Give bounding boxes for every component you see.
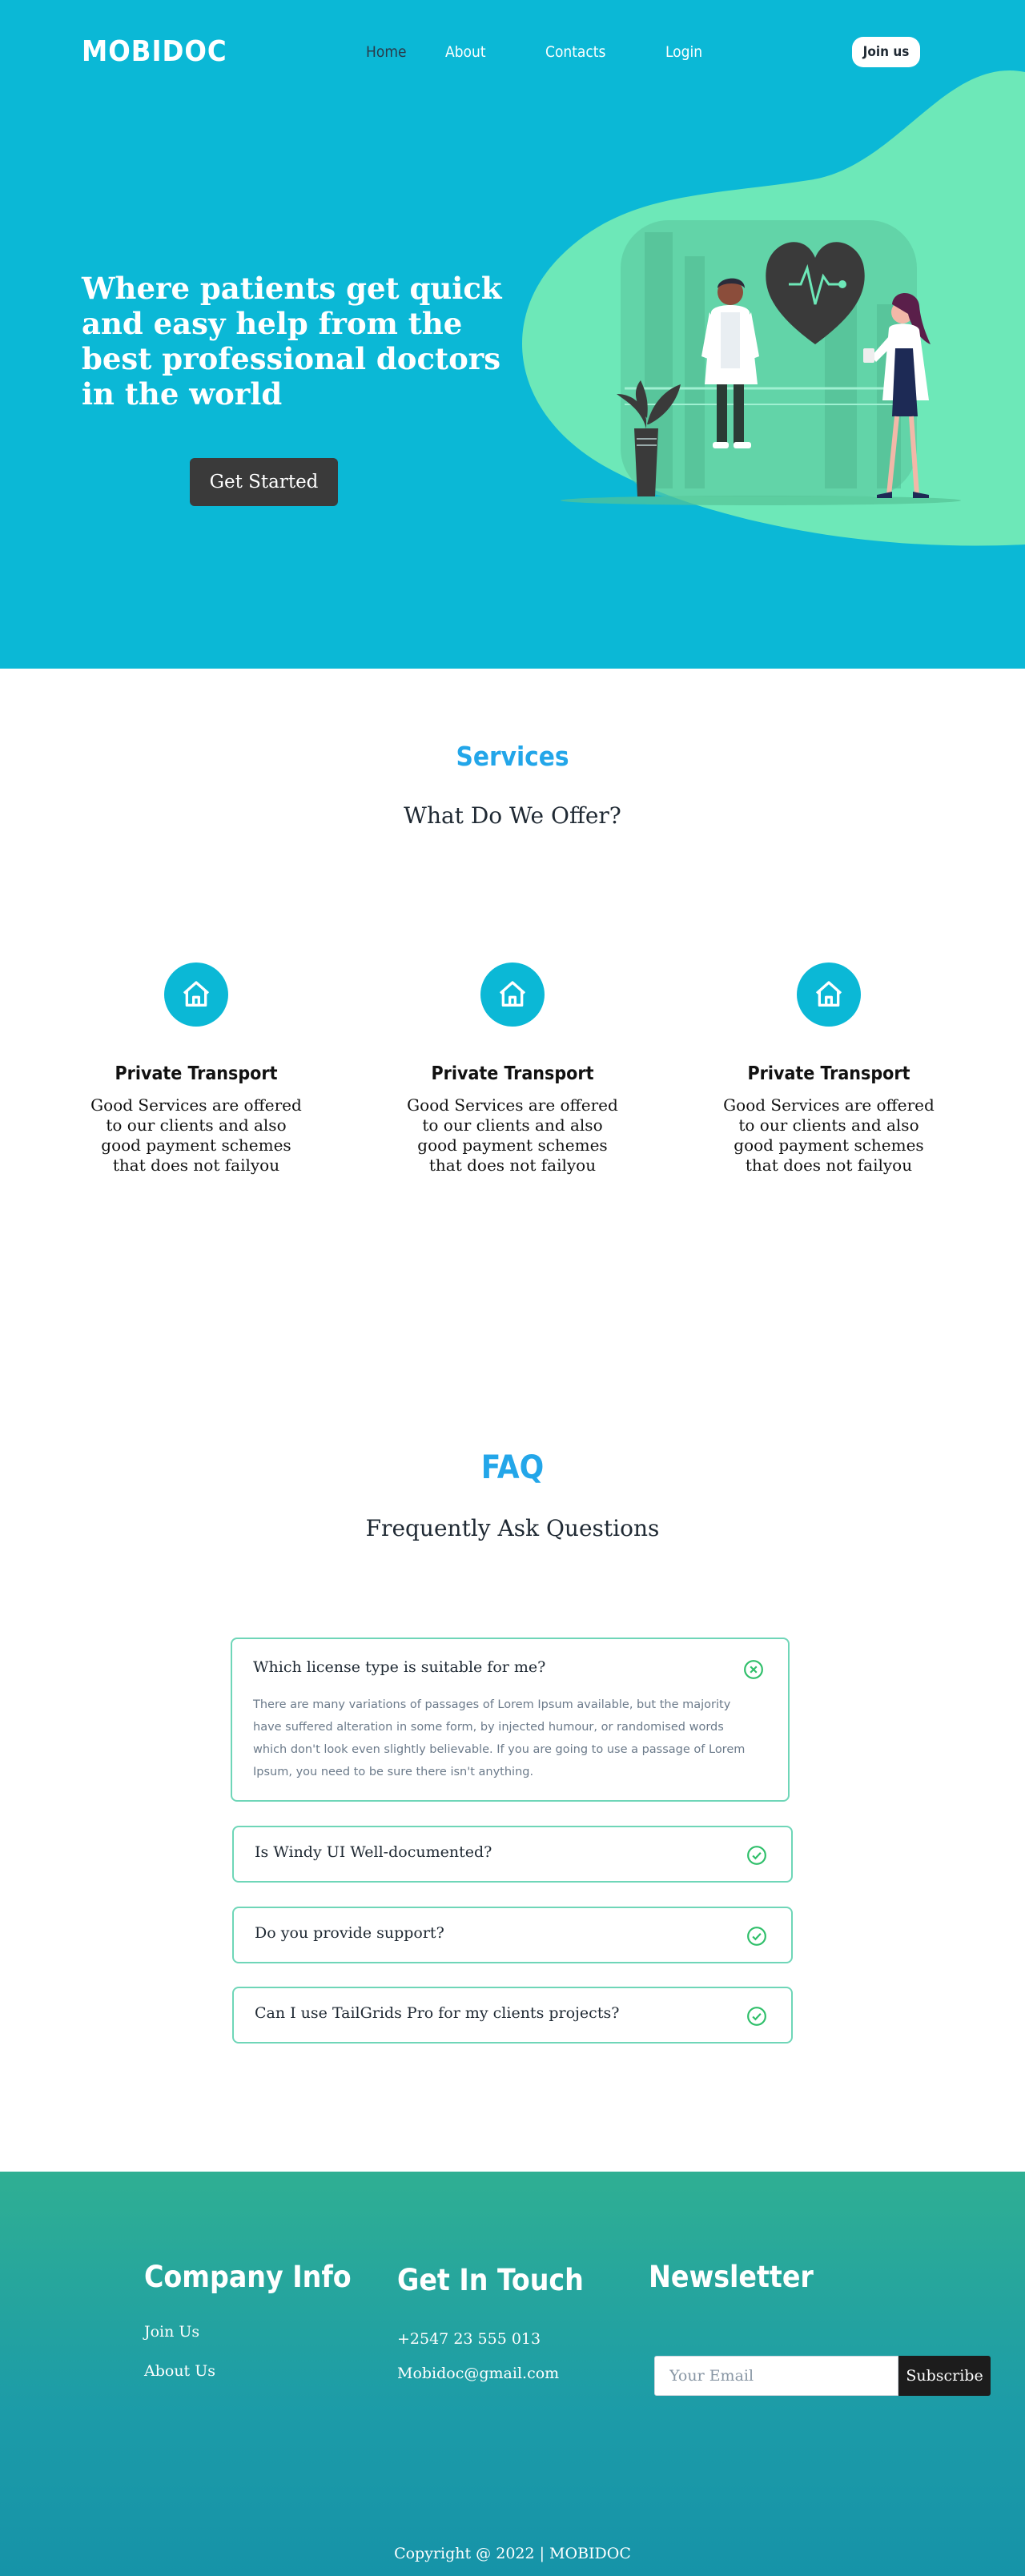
newsletter-email-input[interactable] bbox=[654, 2356, 898, 2396]
service-card: Private Transport Good Services are offe… bbox=[68, 962, 324, 1175]
join-us-button[interactable]: Join us bbox=[852, 37, 920, 67]
faq-subtitle: Frequently Ask Questions bbox=[365, 1515, 660, 1541]
home-icon bbox=[797, 962, 861, 1027]
faq-question: Do you provide support? bbox=[255, 1924, 444, 1942]
faq-item[interactable]: Do you provide support? bbox=[232, 1907, 793, 1963]
check-circle-icon[interactable] bbox=[746, 1845, 767, 1866]
copyright-text: Copyright @ 2022 | MOBIDOC bbox=[394, 2545, 631, 2562]
close-circle-icon[interactable] bbox=[743, 1659, 764, 1680]
service-card: Private Transport Good Services are offe… bbox=[701, 962, 957, 1175]
service-text: Good Services are offered to our clients… bbox=[723, 1095, 935, 1175]
check-circle-icon[interactable] bbox=[746, 1926, 767, 1947]
doctors-illustration bbox=[561, 220, 961, 505]
about-us-link[interactable]: About Us bbox=[144, 2362, 215, 2380]
faq-item[interactable]: Is Windy UI Well-documented? bbox=[232, 1826, 793, 1883]
nav-home[interactable]: Home bbox=[366, 43, 407, 61]
check-circle-icon[interactable] bbox=[746, 2006, 767, 2027]
email-text[interactable]: Mobidoc@gmail.com bbox=[397, 2365, 559, 2382]
faq-item[interactable]: Can I use TailGrids Pro for my clients p… bbox=[232, 1987, 793, 2044]
faq-question: Which license type is suitable for me? bbox=[253, 1658, 546, 1676]
faq-label: FAQ bbox=[480, 1449, 545, 1486]
nav-contacts[interactable]: Contacts bbox=[545, 43, 605, 61]
service-text: Good Services are offered to our clients… bbox=[407, 1095, 618, 1175]
service-text: Good Services are offered to our clients… bbox=[90, 1095, 302, 1175]
get-in-touch-heading: Get In Touch bbox=[397, 2263, 584, 2297]
service-title: Private Transport bbox=[747, 1063, 910, 1084]
get-started-button[interactable]: Get Started bbox=[190, 458, 338, 506]
services-label: Services bbox=[456, 741, 569, 772]
company-info-heading: Company Info bbox=[144, 2260, 352, 2294]
service-title: Private Transport bbox=[115, 1063, 278, 1084]
nav-login[interactable]: Login bbox=[665, 43, 702, 61]
phone-text: +2547 23 555 013 bbox=[397, 2330, 541, 2348]
hero-title: Where patients get quick and easy help f… bbox=[82, 271, 502, 412]
home-icon bbox=[164, 962, 228, 1027]
services-subtitle: What Do We Offer? bbox=[404, 802, 621, 829]
hero-section: MOBIDOC Home About Contacts Login Join u… bbox=[0, 0, 1025, 669]
newsletter-heading: Newsletter bbox=[649, 2260, 814, 2294]
home-icon bbox=[480, 962, 545, 1027]
faq-item-expanded[interactable]: Which license type is suitable for me? T… bbox=[231, 1638, 790, 1802]
nav-about[interactable]: About bbox=[445, 43, 486, 61]
service-title: Private Transport bbox=[431, 1063, 594, 1084]
join-us-link[interactable]: Join Us bbox=[144, 2323, 199, 2341]
subscribe-button[interactable]: Subscribe bbox=[898, 2356, 991, 2396]
faq-question: Can I use TailGrids Pro for my clients p… bbox=[255, 2004, 620, 2022]
faq-question: Is Windy UI Well-documented? bbox=[255, 1843, 492, 1861]
faq-answer: There are many variations of passages of… bbox=[253, 1698, 746, 1778]
logo[interactable]: MOBIDOC bbox=[82, 35, 227, 68]
service-card: Private Transport Good Services are offe… bbox=[384, 962, 641, 1175]
